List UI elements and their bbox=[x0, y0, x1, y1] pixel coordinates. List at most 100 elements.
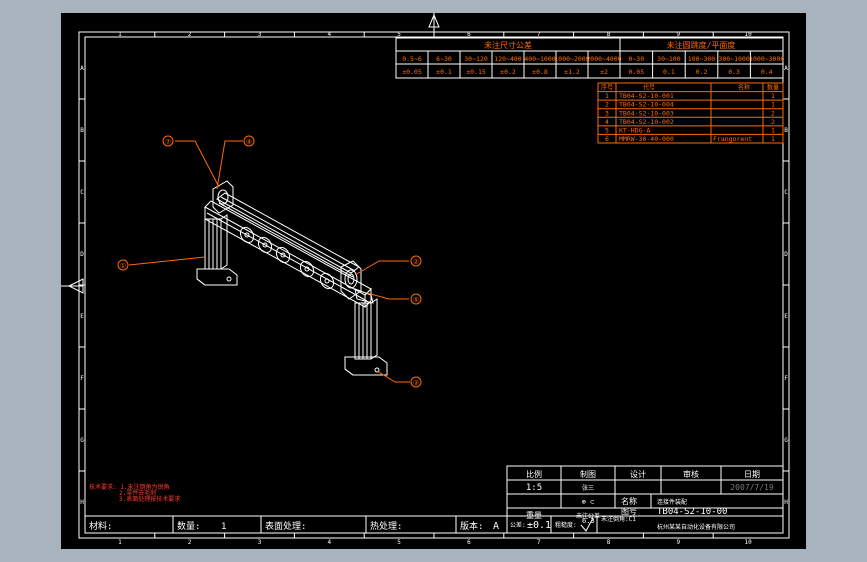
bom-row-code: TB04-S2-10-001 bbox=[619, 92, 674, 100]
linear-value-0: ±0.05 bbox=[402, 68, 422, 76]
bom-row-qty: 1 bbox=[771, 101, 775, 109]
tb-drawing-no-value: TB04-S2-10-00 bbox=[657, 507, 727, 517]
bottom-material-label: 材料: bbox=[89, 520, 112, 532]
col-marker-bottom-4: 4 bbox=[327, 539, 331, 546]
bom-row-no: 4 bbox=[605, 118, 609, 126]
tb-name-label: 名称 bbox=[621, 496, 637, 506]
roughness-label: 粗糙度: bbox=[555, 521, 577, 529]
bom-row-qty: 1 bbox=[771, 126, 775, 134]
callout-leaders bbox=[128, 140, 410, 383]
tb-header-date: 日期 bbox=[744, 470, 760, 479]
bottom-version-label: 版本: bbox=[460, 520, 483, 532]
col-marker-bottom-1: 1 bbox=[118, 539, 122, 546]
col-marker-top-7: 7 bbox=[537, 31, 541, 38]
bottom-surface-label: 表面处理: bbox=[265, 520, 306, 532]
bom-row-no: 6 bbox=[605, 135, 609, 143]
linear-range-5: 1000~2000 bbox=[554, 55, 589, 63]
bom-header-0: 序号 bbox=[601, 84, 613, 92]
row-marker-right-F: F bbox=[784, 375, 788, 382]
tb-drafter-value: 张三 bbox=[582, 484, 594, 492]
row-marker-left-E: E bbox=[80, 313, 84, 320]
tb-drawing-no-label: 图号 bbox=[621, 507, 637, 516]
linear-value-1: ±0.1 bbox=[436, 68, 452, 76]
col-marker-bottom-9: 9 bbox=[676, 539, 680, 546]
col-marker-top-3: 3 bbox=[258, 31, 262, 38]
bom-row-code: TB04-S2-10-003 bbox=[619, 109, 674, 117]
tolerance-table: 未注尺寸公差 未注圆跳度/平面度 0.5~6 ±0.05 6~30 ±0.1 30~12… bbox=[395, 37, 784, 79]
row-marker-left-H: H bbox=[80, 499, 84, 506]
callout-3: ③ bbox=[413, 379, 419, 387]
row-marker-left-F: F bbox=[80, 375, 84, 382]
flat-value-0: 0.05 bbox=[628, 68, 644, 76]
row-marker-right-G: G bbox=[784, 437, 788, 444]
bom-row-name: Frangorent bbox=[713, 135, 752, 143]
tb-scale-value: 1:5 bbox=[526, 483, 542, 493]
bom-row-qty: 1 bbox=[771, 92, 775, 100]
bill-of-materials: 序号 代号 名称 数量1 TB04-S2-10-001 12 TB04-S2-10-004 1… bbox=[597, 82, 784, 144]
col-marker-bottom-8: 8 bbox=[607, 539, 611, 546]
title-block-text: 比例 制图 设计 审核 日期 1:5 张三 2007/7/19 ⊕ ⊂ 名称 连… bbox=[89, 469, 774, 532]
inner-frame bbox=[84, 36, 784, 534]
tb-header-scale: 比例 bbox=[526, 469, 542, 479]
col-marker-top-1: 1 bbox=[118, 31, 122, 38]
bom-header-1: 代号 bbox=[643, 84, 655, 92]
bom-row-qty: 1 bbox=[771, 135, 775, 143]
tolerance-label: 公差: bbox=[510, 521, 526, 529]
bom-row-code: MMRW-30-40-000 bbox=[619, 135, 674, 143]
row-marker-left-A: A bbox=[80, 65, 84, 72]
callout-5: ⑤ bbox=[413, 296, 419, 304]
bottom-qty-value: 1 bbox=[221, 522, 226, 532]
tb-header-review: 审核 bbox=[683, 469, 699, 479]
tb-header-drafter: 制图 bbox=[580, 469, 596, 479]
linear-range-3: 120~400 bbox=[494, 55, 521, 63]
callout-7: ⑦ bbox=[165, 138, 171, 146]
bottom-qty-label: 数量: bbox=[177, 520, 200, 532]
linear-value-2: ±0.15 bbox=[466, 68, 486, 76]
col-marker-top-10: 10 bbox=[744, 31, 752, 38]
bom-row-qty: 2 bbox=[771, 118, 775, 126]
linear-tolerance-title: 未注尺寸公差 bbox=[484, 40, 532, 50]
bom-row-code: TB04-S2-10-002 bbox=[619, 118, 674, 126]
cad-drawing: 1 2 3 4 5 6 7 8 9 10 1 2 3 4 5 6 7 8 9 10 ABCDEFGH ABCDEFG… bbox=[61, 13, 790, 546]
left-end-plate bbox=[212, 180, 234, 214]
col-marker-top-9: 9 bbox=[676, 31, 680, 38]
tb-material-label: 重量 bbox=[526, 510, 542, 520]
bom-row-code: TB04-S2-10-004 bbox=[619, 101, 674, 109]
col-marker-bottom-3: 3 bbox=[258, 539, 262, 546]
linear-value-3: ±0.2 bbox=[500, 68, 516, 76]
row-marker-left-C: C bbox=[80, 189, 84, 196]
row-marker-right-E: E bbox=[784, 313, 788, 320]
linear-range-1: 6~30 bbox=[436, 55, 452, 63]
bom-header-3: 数量 bbox=[767, 84, 779, 92]
flat-range-3: 300~1000 bbox=[718, 55, 749, 63]
linear-range-0: 0.5~6 bbox=[402, 55, 422, 63]
flat-value-4: 0.4 bbox=[761, 68, 773, 76]
flat-range-4: 1000~3000 bbox=[749, 55, 784, 63]
row-marker-left-D: D bbox=[80, 251, 84, 258]
flat-range-0: 0~30 bbox=[628, 55, 644, 63]
tb-header-design: 设计 bbox=[630, 469, 646, 479]
linear-range-4: 400~1000 bbox=[524, 55, 555, 63]
row-markers-right: A B C D E F G H bbox=[783, 65, 789, 506]
main-beam bbox=[204, 200, 372, 308]
bom-row-qty: 2 bbox=[771, 109, 775, 117]
technical-notes: 技术要求: 1.未注倒角为锐角 2.零件去毛刺 3.表面处理按技术要求 bbox=[89, 483, 180, 503]
tolerance-value: ±0.1 bbox=[527, 520, 551, 531]
row-marker-right-H: H bbox=[784, 499, 788, 506]
col-marker-top-8: 8 bbox=[607, 31, 611, 38]
notes-line-2: 3.表面处理按技术要求 bbox=[119, 495, 180, 503]
bottom-heat-label: 热处理: bbox=[370, 520, 402, 532]
linear-range-6: 2000~4000 bbox=[586, 55, 621, 63]
bom-header-2: 名称 bbox=[738, 84, 750, 92]
right-leg bbox=[344, 298, 388, 376]
linear-value-5: ±1.2 bbox=[564, 68, 580, 76]
col-marker-top-6: 6 bbox=[467, 31, 471, 38]
callout-2: ② bbox=[413, 258, 419, 266]
col-marker-bottom-10: 10 bbox=[744, 539, 752, 546]
outer-frame bbox=[78, 31, 790, 539]
assembly-isometric bbox=[196, 180, 388, 376]
tb-date-value: 2007/7/19 bbox=[730, 483, 774, 492]
row-marker-left-G: G bbox=[80, 437, 84, 444]
bom-row-code: KT-HDG-A bbox=[619, 126, 650, 134]
flat-value-1: 0.1 bbox=[663, 68, 675, 76]
